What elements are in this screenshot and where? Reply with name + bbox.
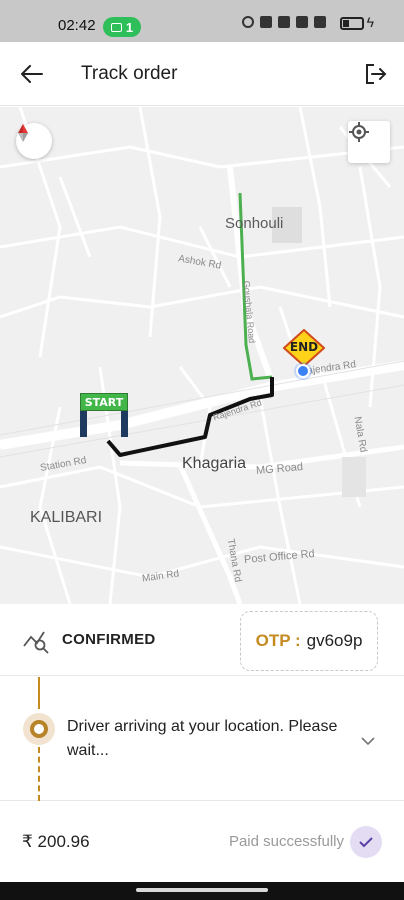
status-bar: 02:42 1 ϟ bbox=[0, 0, 404, 42]
compass-button[interactable] bbox=[16, 123, 52, 159]
otp-label: OTP : bbox=[255, 631, 301, 650]
tracking-icon bbox=[23, 631, 49, 654]
current-location-dot bbox=[296, 364, 310, 378]
place-label-sonhouli: Sonhouli bbox=[225, 215, 284, 232]
page-title: Track order bbox=[81, 63, 178, 84]
end-marker[interactable]: END bbox=[283, 329, 325, 367]
map-view[interactable]: Sonhouli Khagaria KALIBARI Ashok Rd Stat… bbox=[0, 107, 404, 604]
logout-button[interactable] bbox=[362, 60, 390, 88]
payment-status: Paid successfully bbox=[228, 833, 344, 850]
place-label-khagaria: Khagaria bbox=[182, 455, 247, 472]
start-marker[interactable]: START bbox=[80, 393, 128, 437]
charging-icon: ϟ bbox=[366, 14, 374, 30]
status-time: 02:42 bbox=[58, 17, 96, 34]
end-label: END bbox=[289, 340, 319, 354]
crosshair-icon bbox=[349, 122, 369, 142]
chevron-down-icon[interactable] bbox=[358, 731, 378, 751]
location-icon bbox=[278, 16, 290, 28]
compass-icon bbox=[18, 124, 28, 142]
arrow-left-icon bbox=[21, 65, 43, 83]
payment-row: ₹ 200.96 Paid successfully bbox=[0, 802, 404, 882]
system-icons bbox=[242, 16, 326, 28]
logout-icon bbox=[366, 64, 387, 84]
order-status-row: CONFIRMED OTP : gv6o9p bbox=[0, 604, 404, 676]
timeline-dot-icon bbox=[23, 713, 55, 745]
otp-box: OTP : gv6o9p bbox=[240, 611, 378, 671]
payment-amount: ₹ 200.96 bbox=[22, 832, 90, 851]
notification-pill: 1 bbox=[103, 17, 141, 37]
sim-icon bbox=[260, 16, 272, 28]
notification-count: 1 bbox=[125, 19, 134, 35]
wifi-icon bbox=[296, 16, 308, 28]
driver-status-row[interactable]: Driver arriving at your location. Please… bbox=[0, 677, 404, 801]
system-nav-bar bbox=[0, 882, 404, 900]
battery-icon bbox=[340, 17, 364, 30]
my-location-button[interactable] bbox=[348, 121, 390, 163]
map-block bbox=[342, 457, 366, 497]
start-post-left bbox=[80, 411, 87, 437]
start-label: START bbox=[80, 393, 128, 411]
otp-value: gv6o9p bbox=[306, 631, 363, 650]
start-post-right bbox=[121, 411, 128, 437]
checkmark-icon bbox=[359, 837, 373, 848]
back-button[interactable] bbox=[18, 60, 46, 88]
home-gesture-handle[interactable] bbox=[136, 888, 268, 892]
street-grid bbox=[0, 107, 404, 604]
app-header: Track order bbox=[0, 42, 404, 106]
alarm-icon bbox=[242, 16, 254, 28]
call-icon bbox=[110, 22, 122, 32]
driver-message: Driver arriving at your location. Please… bbox=[67, 718, 338, 759]
paid-check-badge bbox=[350, 826, 382, 858]
timeline-line bbox=[38, 677, 40, 709]
order-status-label: CONFIRMED bbox=[62, 631, 156, 648]
signal-icon bbox=[314, 16, 326, 28]
map-canvas bbox=[0, 107, 404, 604]
timeline-dashed-line bbox=[38, 747, 40, 801]
place-label-kalibari: KALIBARI bbox=[30, 509, 103, 526]
